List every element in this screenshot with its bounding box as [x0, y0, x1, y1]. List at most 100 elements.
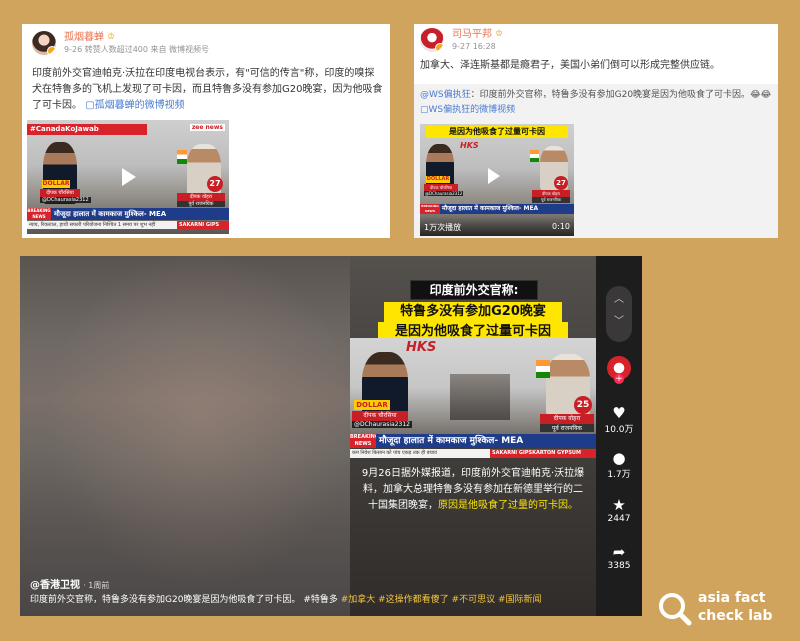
hks-logo: HKS — [406, 340, 437, 355]
verified-badge-icon — [435, 43, 444, 52]
comment-count: 1.7万 — [607, 470, 631, 480]
logo-line-1: asia fact — [698, 590, 766, 606]
weibo-post-2: 司马平邦 ♔ 9-27 16:28 加拿大、泽连斯基都是瘾君子，美国小弟们倒可以形… — [414, 24, 778, 238]
post-2-username[interactable]: 司马平邦 — [452, 28, 492, 41]
anchor-name: दीपक चौरसिया — [40, 189, 80, 197]
video-title-line-1: 印度前外交官称: — [410, 280, 538, 300]
video-account[interactable]: @香港卫视 — [30, 580, 80, 591]
post-1-header: 孤烟暮蝉 ♔ 9-26 转赞人数超过400 来自 微博视频号 — [32, 31, 209, 56]
play-icon[interactable] — [122, 168, 136, 186]
hashtag-2[interactable]: #加拿大 — [341, 595, 378, 605]
follow-plus-icon[interactable]: + — [614, 374, 624, 384]
comment-button[interactable]: ● 1.7万 — [596, 449, 642, 480]
post-1-meta: 9-26 转赞人数超过400 来自 微博视频号 — [64, 45, 210, 54]
anchor-handle: @DChaurasia2312 — [40, 197, 91, 203]
avatar[interactable] — [420, 28, 444, 52]
hashtag-4[interactable]: #不可思议 — [452, 595, 498, 605]
hashtag-banner: #CanadaKoJawab — [27, 124, 147, 135]
share-count: 3385 — [607, 561, 631, 571]
avatar[interactable] — [32, 31, 56, 55]
video-link-icon[interactable]: ▢ — [85, 100, 94, 111]
dollar-logo: DOLLAR — [426, 176, 450, 183]
hks-logo: HKS — [460, 141, 479, 150]
quoted-post-text: @WS偏执狂：印度前外交官称，特鲁多没有参加G20晚宴是因为他吸食了可卡因。😂😂 — [420, 88, 772, 103]
video-title-line-2: 特鲁多没有参加G20晚宴 — [384, 302, 562, 322]
video-frame[interactable]: 印度前外交官称: 特鲁多没有参加G20晚宴 是因为他吸食了过量可卡因 HKS D… — [350, 256, 596, 616]
anchor-name: दीपक चौरसिया — [424, 184, 458, 191]
hashtag-5[interactable]: #国际新闻 — [498, 595, 542, 605]
blurred-background — [20, 256, 350, 616]
quoted-user[interactable]: @WS偏执狂 — [420, 90, 471, 100]
crown-icon: ♔ — [107, 32, 116, 42]
post-1-video-link[interactable]: 孤烟暮蝉的微博视频 — [95, 100, 185, 111]
weibo-post-1: 孤烟暮蝉 ♔ 9-26 转赞人数超过400 来自 微博视频号 印度前外交官迪帕克·… — [22, 24, 390, 238]
channel-avatar[interactable]: + — [607, 356, 631, 384]
breaking-news-tag: BREAKING NEWS — [420, 204, 440, 214]
short-video-player[interactable]: 印度前外交官称: 特鲁多没有参加G20晚宴 是因为他吸食了过量可卡因 HKS D… — [20, 256, 642, 616]
quoted-body: ：印度前外交官称，特鲁多没有参加G20晚宴是因为他吸食了可卡因。 — [470, 90, 751, 100]
hashtag-3[interactable]: #这操作都看傻了 — [378, 595, 451, 605]
view-count: 1万次播放 — [424, 223, 462, 232]
post-2-text: 加拿大、泽连斯基都是瘾君子，美国小弟们倒可以形成完整供应链。 — [420, 60, 720, 71]
share-icon: ➦ — [612, 543, 626, 561]
video-caption: 印度前外交官称，特鲁多没有参加G20晚宴是因为他吸食了可卡因。 #特鲁多 #加拿… — [30, 593, 590, 607]
news-ticker: न्याय, रियल्टाल, हाथी सफारी परियोजना निश… — [27, 221, 177, 229]
share-button[interactable]: ➦ 3385 — [596, 543, 642, 571]
star-icon: ★ — [612, 496, 626, 514]
video-duration: 0:10 — [552, 222, 570, 231]
favorite-count: 2447 — [607, 514, 631, 524]
overlay-title: 是因为他吸食了过量可卡因 — [426, 126, 568, 138]
headline-bar: मौजूदा हालात में कामकाज मुश्किल- MEA — [440, 204, 574, 214]
asia-fact-check-lab-logo: asia fact check lab — [656, 588, 786, 630]
video-link-icon[interactable]: ▢ — [420, 105, 429, 115]
breaking-news-tag: BREAKING NEWS — [27, 208, 51, 220]
emoji: 😂😂 — [750, 90, 772, 100]
heart-icon: ♥ — [612, 404, 626, 422]
video-time: · 1周前 — [83, 581, 110, 590]
news-ticker: कम निवेश किसान को पांच एकड़ तक ही बचाव — [350, 449, 490, 458]
post-1-video-thumbnail[interactable]: #CanadaKoJawab zee news DOLLAR दीपक चौरस… — [27, 120, 229, 234]
quoted-post[interactable]: @WS偏执狂：印度前外交官称，特鲁多没有参加G20晚宴是因为他吸食了可卡因。😂😂… — [414, 84, 778, 238]
india-flag-icon — [177, 150, 187, 164]
hashtag-1[interactable]: #特鲁多 — [303, 595, 340, 605]
verified-badge-icon — [47, 46, 56, 55]
post-1-text: 印度前外交官迪帕克·沃拉在印度电视台表示，有"可信的传言"称，印度的嗅探犬在特鲁… — [32, 66, 384, 114]
sponsor-bar: SAKARNI GIPS — [177, 221, 229, 229]
count-badge: 27 — [207, 176, 223, 192]
channel-logo: zee news — [189, 124, 225, 131]
chevron-down-icon[interactable]: ﹀ — [606, 308, 632, 336]
comment-icon: ● — [612, 449, 626, 467]
action-sidebar: ︿ ﹀ + ♥ 10.0万 ● 1.7万 ★ 2447 ➦ 3385 — [596, 256, 642, 616]
guest-title: पूर्व राजनयिक — [540, 424, 594, 432]
hashtag-list: #特鲁多 #加拿大 #这操作都看傻了 #不可思议 #国际新闻 — [303, 595, 541, 605]
like-count: 10.0万 — [604, 425, 634, 435]
play-icon[interactable] — [488, 168, 500, 184]
headline-bar: मौजूदा हालात में कामकाज मुश्किल- MEA — [376, 434, 596, 448]
post-2-header: 司马平邦 ♔ 9-27 16:28 — [420, 28, 503, 53]
india-flag-icon — [536, 360, 550, 378]
video-nav-pill: ︿ ﹀ — [606, 286, 632, 342]
guest-name: दीपक वोहरा — [532, 190, 570, 197]
guest-title: पूर्व राजनयिक — [532, 197, 570, 203]
quoted-link-row: ▢WS偏执狂的微博视频 — [420, 103, 515, 118]
count-badge: 27 — [554, 176, 568, 190]
logo-line-2: check lab — [698, 608, 773, 624]
magnifier-icon — [659, 593, 692, 626]
post-1-username[interactable]: 孤烟暮蝉 — [64, 31, 104, 44]
sponsor-bar: SAKARNI GIPSKARTON GYPSUM — [490, 449, 596, 458]
guest-name: दीपक वोहरा — [540, 414, 594, 424]
post-2-video-thumbnail[interactable]: 是因为他吸食了过量可卡因 HKS DOLLAR दीपक चौरसिया @DC… — [420, 124, 574, 236]
favorite-button[interactable]: ★ 2447 — [596, 496, 642, 524]
anchor-handle: @DChaurasia2312 — [352, 421, 412, 428]
caption-text: 印度前外交官称，特鲁多没有参加G20晚宴是因为他吸食了可卡因。 — [30, 595, 301, 605]
headline-bar: मौजूदा हालात में कामकाज मुश्किल- MEA — [51, 208, 229, 220]
count-badge: 25 — [574, 396, 592, 414]
anchor-name: दीपक चौरसिया — [352, 411, 408, 421]
crowd-scene — [450, 374, 510, 420]
post-2-meta: 9-27 16:28 — [452, 42, 496, 51]
subtitle-highlight: 原因是他吸食了过量的可卡因。 — [438, 500, 578, 511]
video-account-row: @香港卫视 · 1周前 — [30, 576, 109, 591]
post-2-video-link[interactable]: WS偏执狂的微博视频 — [429, 105, 516, 115]
crown-icon: ♔ — [495, 29, 504, 39]
like-button[interactable]: ♥ 10.0万 — [596, 404, 642, 435]
